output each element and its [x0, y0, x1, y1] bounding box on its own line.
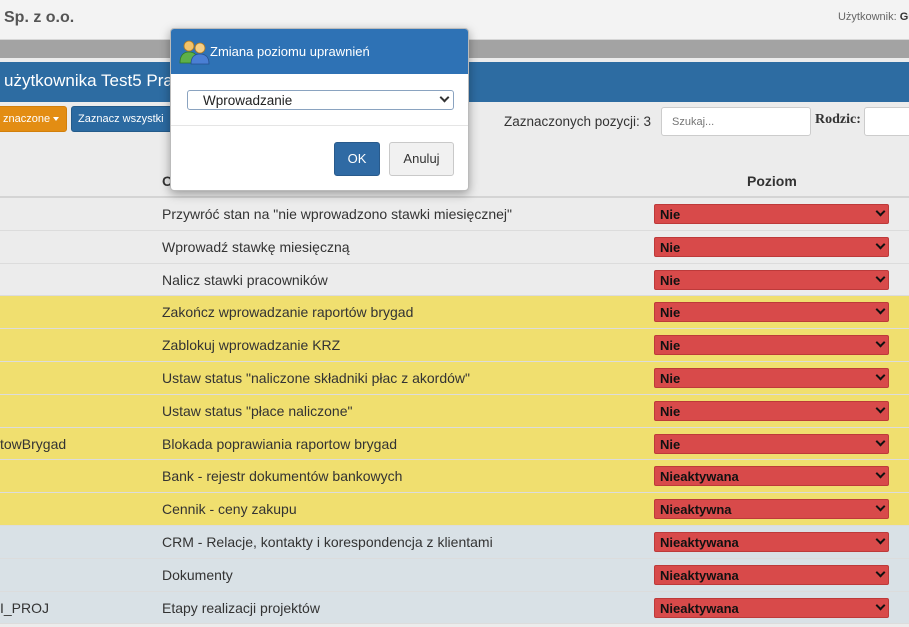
company-name: Sp. z o.o. [4, 9, 75, 26]
row-description: Cennik - ceny zakupu [162, 501, 297, 518]
row-code: towBrygad [0, 435, 67, 452]
row-description: Ustaw status "płace naliczone" [162, 402, 353, 419]
row-description: Etapy realizacji projektów [162, 599, 320, 616]
level-select[interactable]: Nie [654, 367, 889, 388]
level-select[interactable]: Nieaktywana [654, 466, 889, 487]
table-row[interactable]: Wprowadź stawkę miesięczną Nie [0, 230, 909, 264]
chevron-down-icon [875, 304, 886, 315]
chevron-down-icon [875, 370, 886, 381]
row-code: I_PROJ [0, 599, 50, 616]
table-row[interactable]: Ustaw status "naliczone składniki płac z… [0, 361, 909, 395]
level-select[interactable]: Nie [654, 335, 889, 356]
chevron-down-icon [875, 468, 886, 479]
parent-input[interactable] [864, 107, 909, 136]
level-value: Nie [660, 239, 681, 255]
table-row[interactable]: Bank - rejestr dokumentów bankowych Niea… [0, 460, 909, 494]
cancel-button[interactable]: Anuluj [389, 142, 454, 176]
chevron-down-icon [875, 567, 886, 578]
level-select[interactable]: Nieaktywana [654, 531, 889, 552]
user-info: Użytkownik: Gu [838, 11, 909, 23]
level-value: Nieaktywana [660, 567, 739, 583]
table-row[interactable]: Zablokuj wprowadzanie KRZ Nie [0, 329, 909, 362]
caret-down-icon [53, 117, 60, 122]
level-dropdown-value: Wprowadzanie [203, 93, 293, 108]
chevron-down-icon [875, 501, 886, 512]
level-value: Nie [660, 338, 681, 354]
table-row[interactable]: Ustaw status "płace naliczone" Nie [0, 394, 909, 428]
row-description: CRM - Relacje, kontakty i korespondencja… [162, 533, 493, 550]
dialog-header: Zmiana poziomu uprawnień [171, 29, 468, 74]
dialog-body: Wprowadzanie [171, 74, 468, 126]
level-value: Nieaktywana [660, 534, 739, 550]
page-title: użytkownika Test5 Prac [4, 71, 182, 90]
row-description: Przywróć stan na "nie wprowadzono stawki… [162, 206, 512, 222]
table-row[interactable]: CRM - Relacje, kontakty i korespondencja… [0, 525, 909, 559]
level-value: Nie [660, 370, 681, 386]
chevron-down-icon [439, 92, 450, 103]
table-row[interactable]: Przywróć stan na "nie wprowadzono stawki… [0, 198, 909, 231]
table-row[interactable]: towBrygad Blokada poprawiania raportow b… [0, 427, 909, 461]
chevron-down-icon [875, 600, 886, 611]
level-value: Nieaktywana [660, 469, 739, 485]
level-value: Nie [660, 436, 681, 452]
level-select[interactable]: Nie [654, 400, 889, 421]
row-description: Nalicz stawki pracowników [162, 271, 328, 288]
row-description: Wprowadź stawkę miesięczną [162, 238, 350, 255]
level-value: Nie [660, 305, 681, 321]
chevron-down-icon [875, 272, 886, 283]
level-dropdown[interactable]: Wprowadzanie [187, 90, 454, 110]
search-input[interactable] [661, 107, 811, 136]
user-label: Użytkownik: [837, 11, 897, 23]
select-all-label: Zaznacz wszystki [78, 113, 164, 125]
column-header-level[interactable]: Poziom [747, 173, 797, 189]
chevron-down-icon [875, 403, 886, 414]
chevron-down-icon [875, 436, 886, 447]
level-value: Nieaktywana [660, 600, 739, 616]
row-description: Blokada poprawiania raportow brygad [162, 435, 398, 452]
table-row[interactable]: Dokumenty Nieaktywana [0, 558, 909, 592]
level-value: Nie [660, 403, 681, 419]
marked-dropdown-label: znaczone [3, 113, 51, 125]
level-select[interactable]: Nie [654, 236, 889, 257]
level-select[interactable]: Nieaktywna [654, 499, 889, 520]
marked-dropdown-button[interactable]: znaczone [0, 106, 67, 132]
chevron-down-icon [875, 337, 886, 348]
select-all-button[interactable]: Zaznacz wszystki [71, 106, 181, 132]
chevron-down-icon [875, 534, 886, 545]
level-select[interactable]: Nieaktywana [654, 564, 889, 585]
level-value: Nie [660, 207, 681, 222]
table-row[interactable]: Zakończ wprowadzanie raportów brygad Nie [0, 296, 909, 330]
chevron-down-icon [875, 239, 886, 250]
row-description: Dokumenty [162, 566, 233, 583]
level-select[interactable]: Nie [654, 204, 889, 224]
selected-count: Zaznaczonych pozycji: 3 [504, 114, 652, 129]
level-value: Nieaktywna [660, 502, 732, 518]
chevron-down-icon [875, 206, 886, 217]
ok-button[interactable]: OK [334, 142, 380, 176]
dialog-title: Zmiana poziomu uprawnień [210, 44, 370, 59]
permission-level-dialog: Zmiana poziomu uprawnień Wprowadzanie OK… [170, 28, 469, 191]
row-description: Ustaw status "naliczone składniki płac z… [162, 369, 470, 386]
users-icon [179, 40, 210, 65]
level-select[interactable]: Nie [654, 433, 889, 454]
table-row[interactable]: Cennik - ceny zakupu Nieaktywna [0, 493, 909, 526]
row-description: Zablokuj wprowadzanie KRZ [162, 337, 341, 354]
table-row[interactable]: Nalicz stawki pracowników Nie [0, 263, 909, 297]
table-row[interactable]: I_PROJ Etapy realizacji projektów Nieakt… [0, 591, 909, 625]
permissions-table: Przywróć stan na "nie wprowadzono stawki… [0, 198, 909, 625]
user-name[interactable]: Gu [900, 11, 909, 23]
level-value: Nie [660, 272, 681, 288]
level-select[interactable]: Nie [654, 302, 889, 323]
row-description: Zakończ wprowadzanie raportów brygad [162, 304, 414, 321]
row-description: Bank - rejestr dokumentów bankowych [162, 468, 403, 485]
level-select[interactable]: Nieaktywana [654, 597, 889, 618]
parent-label: Rodzic: [815, 112, 861, 127]
level-select[interactable]: Nie [654, 269, 889, 290]
